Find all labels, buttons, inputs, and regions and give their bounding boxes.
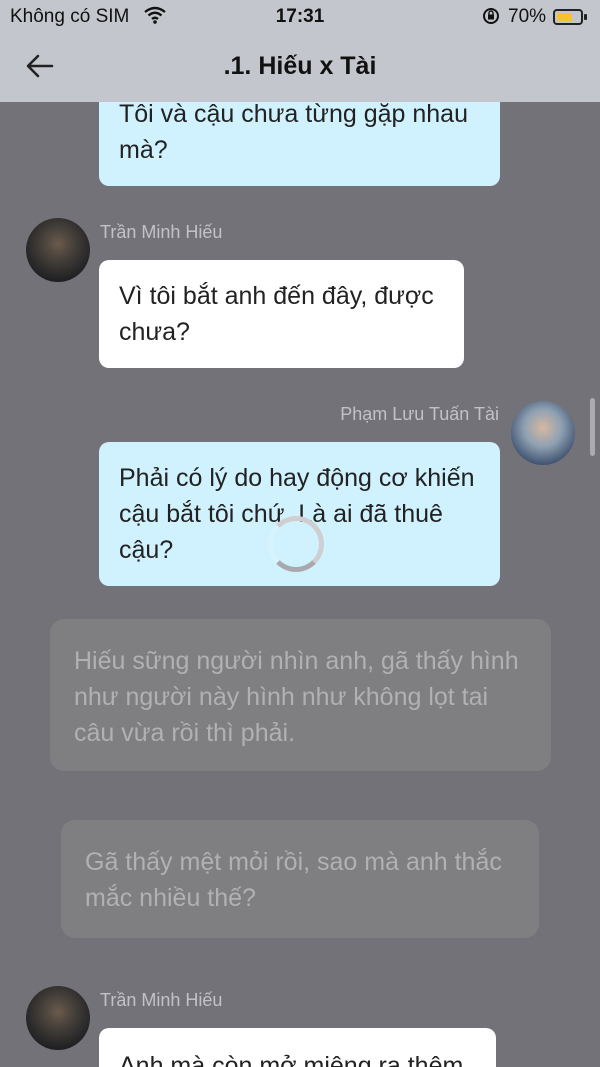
nav-bar: .1. Hiếu x Tài bbox=[0, 34, 600, 102]
narration-text: Hiếu sững người nhìn anh, gã thấy hình n… bbox=[74, 647, 519, 747]
avatar[interactable] bbox=[511, 401, 575, 465]
message-text: Vì tôi bắt anh đến đây, được chưa? bbox=[119, 282, 434, 346]
loading-spinner-icon bbox=[268, 516, 324, 572]
sender-name: Trần Minh Hiếu bbox=[100, 990, 223, 1010]
message-bubble-outgoing[interactable]: Tôi và cậu chưa từng gặp nhau mà? bbox=[99, 102, 500, 186]
avatar[interactable] bbox=[26, 218, 90, 282]
sender-name: Trần Minh Hiếu bbox=[100, 222, 223, 242]
narration-text: Gã thấy mệt mỏi rồi, sao mà anh thắc mắc… bbox=[85, 848, 502, 912]
message-bubble-incoming[interactable]: Vì tôi bắt anh đến đây, được chưa? bbox=[99, 260, 464, 368]
orientation-lock-icon bbox=[482, 7, 500, 30]
status-bar: Không có SIM 17:31 70% bbox=[0, 0, 600, 34]
avatar[interactable] bbox=[26, 986, 90, 1050]
battery-icon bbox=[553, 9, 587, 25]
chat-thread[interactable]: Tôi và cậu chưa từng gặp nhau mà? Trần M… bbox=[0, 102, 600, 1067]
narration-block: Gã thấy mệt mỏi rồi, sao mà anh thắc mắc… bbox=[61, 820, 539, 938]
sender-name: Phạm Lưu Tuấn Tài bbox=[340, 404, 499, 424]
scrollbar[interactable] bbox=[590, 398, 595, 456]
battery-percent: 70% bbox=[508, 6, 547, 27]
narration-block: Hiếu sững người nhìn anh, gã thấy hình n… bbox=[50, 619, 551, 771]
message-bubble-incoming[interactable]: Anh mà còn mở miệng ra thêm bbox=[99, 1028, 496, 1067]
message-text: Tôi và cậu chưa từng gặp nhau mà? bbox=[119, 102, 468, 164]
page-title: .1. Hiếu x Tài bbox=[223, 52, 377, 80]
message-text: Anh mà còn mở miệng ra thêm bbox=[119, 1052, 464, 1067]
